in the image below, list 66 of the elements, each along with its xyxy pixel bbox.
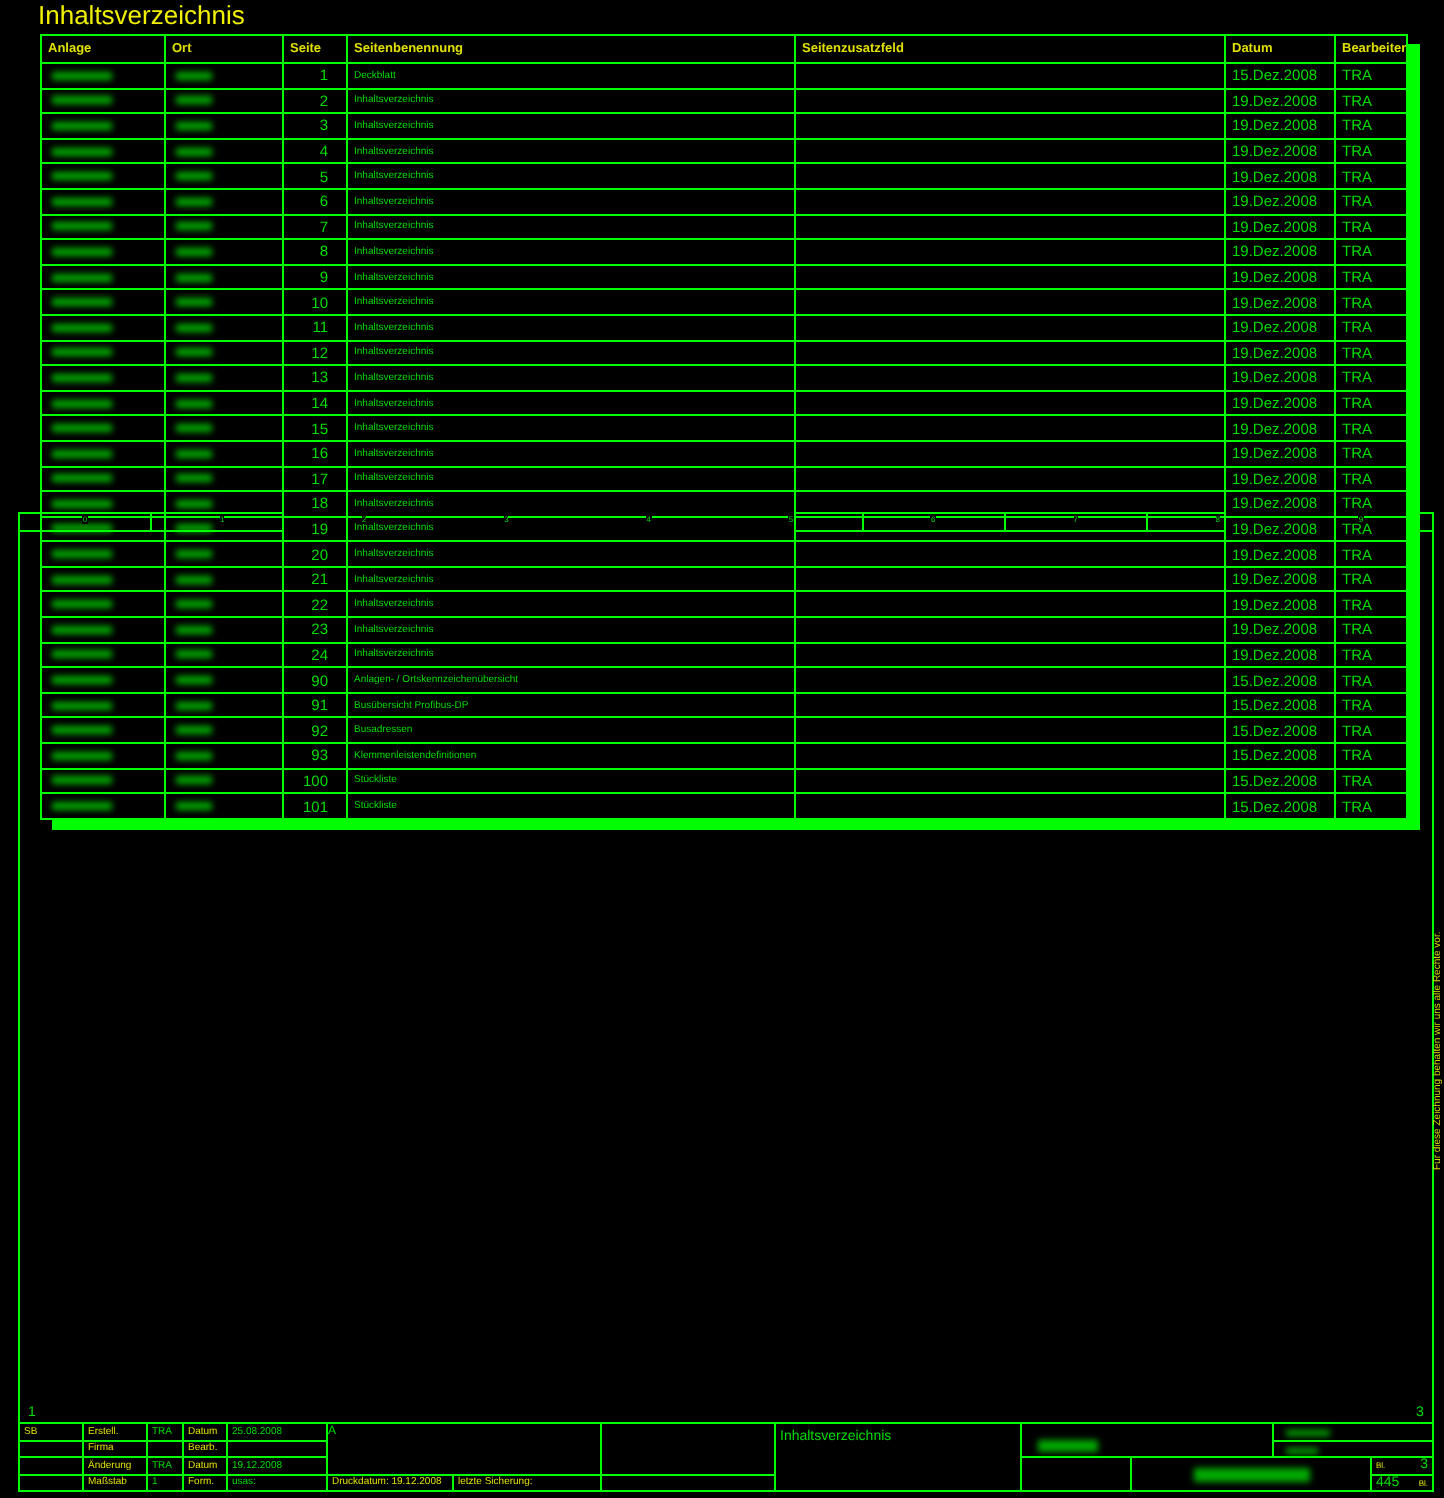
redacted-text [52,197,112,206]
redacted-text [176,424,212,433]
redacted-text [1038,1439,1098,1451]
redacted-text [52,701,112,710]
redacted-text [176,600,212,609]
redacted-text [176,197,212,206]
redacted-text [52,323,112,332]
redacted-text [176,323,212,332]
redacted-text [176,726,212,735]
redacted-text [176,625,212,634]
redacted-text [176,550,212,559]
redacted-text [1286,1430,1330,1437]
redacted-text [52,650,112,659]
redacted-text [176,524,212,533]
redacted-text [52,449,112,458]
redacted-text [176,222,212,231]
redacted-text [176,373,212,382]
redacted-text [52,121,112,130]
document-title: Inhaltsverzeichnis [38,0,245,30]
redacted-text [52,776,112,785]
redacted-text [176,96,212,105]
redacted-text [52,71,112,80]
redacted-text [52,298,112,307]
redacted-text [176,776,212,785]
redacted-text [52,550,112,559]
redacted-text [52,726,112,735]
redacted-text [176,701,212,710]
redacted-text [52,499,112,508]
redacted-text [176,348,212,357]
redacted-text [176,449,212,458]
redacted-text [176,802,212,811]
redacted-text [176,751,212,760]
redacted-text [52,399,112,408]
redacted-text [52,172,112,181]
redacted-text [52,222,112,231]
redacted-text [52,802,112,811]
redacted-text [52,348,112,357]
redacted-text [52,373,112,382]
redacted-text [176,676,212,685]
redacted-text [176,121,212,130]
redacted-text [52,474,112,483]
redacted-text [52,147,112,156]
redacted-text [52,676,112,685]
redacted-text [176,247,212,256]
redacted-text [176,399,212,408]
redacted-text [1286,1447,1318,1454]
redacted-text [52,575,112,584]
title-block-cell [148,1441,182,1456]
redacted-text [176,147,212,156]
redacted-text [176,575,212,584]
redacted-text [52,247,112,256]
redacted-text [176,71,212,80]
redacted-text [52,625,112,634]
redacted-text [176,273,212,282]
redacted-text [176,298,212,307]
redacted-text [176,172,212,181]
redacted-text [52,424,112,433]
redacted-text [52,524,112,533]
redacted-text [176,474,212,483]
redacted-text [176,499,212,508]
redacted-text [176,650,212,659]
redacted-text [52,600,112,609]
redacted-text [52,96,112,105]
redacted-text [52,751,112,760]
redacted-text [52,273,112,282]
redacted-text [1193,1467,1309,1481]
